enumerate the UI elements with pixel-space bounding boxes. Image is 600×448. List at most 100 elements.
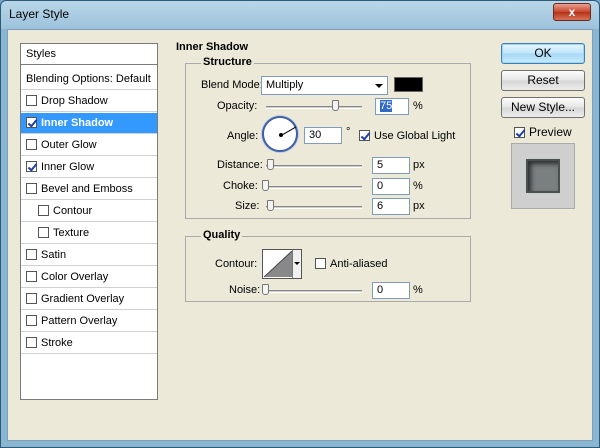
- sidebar-item[interactable]: Gradient Overlay: [21, 289, 157, 310]
- blend-mode-value: Multiply: [266, 79, 304, 91]
- sidebar-checkbox-icon[interactable]: [38, 227, 49, 238]
- blend-mode-select[interactable]: Multiply: [261, 76, 388, 95]
- angle-dial-hand: [281, 126, 297, 136]
- layer-style-dialog: Layer Style x Styles Blending Options: D…: [0, 0, 600, 448]
- noise-slider-thumb[interactable]: [262, 284, 269, 295]
- title-bar[interactable]: Layer Style x: [1, 1, 599, 29]
- sidebar-checkbox-icon[interactable]: [26, 183, 37, 194]
- sidebar-item-label: Satin: [41, 249, 67, 261]
- size-slider-thumb[interactable]: [267, 200, 274, 211]
- sidebar-checkbox-icon[interactable]: [26, 337, 37, 348]
- sidebar-item-label: Texture: [53, 227, 90, 239]
- noise-slider-track[interactable]: [266, 290, 362, 293]
- angle-input[interactable]: 30: [304, 127, 342, 144]
- distance-input[interactable]: 5: [372, 157, 410, 174]
- choke-slider-thumb[interactable]: [262, 180, 269, 191]
- distance-slider-track[interactable]: [266, 165, 362, 168]
- sidebar-item[interactable]: Outer Glow: [21, 135, 157, 156]
- sidebar-item[interactable]: Pattern Overlay: [21, 311, 157, 332]
- sidebar-checkbox-icon[interactable]: [26, 139, 37, 150]
- sidebar-item[interactable]: Satin: [21, 245, 157, 266]
- blend-mode-label: Blend Mode:: [201, 79, 263, 91]
- distance-slider-thumb[interactable]: [267, 159, 274, 170]
- inner-shadow-title: Inner Shadow: [176, 41, 249, 53]
- sidebar-item[interactable]: Contour: [21, 201, 157, 222]
- ok-button[interactable]: OK: [501, 43, 585, 64]
- use-global-light-check-icon: [359, 130, 370, 141]
- preview-check-icon: [514, 127, 525, 138]
- sidebar-item[interactable]: Drop Shadow: [21, 91, 157, 112]
- sidebar-checkbox-icon[interactable]: [26, 95, 37, 106]
- shadow-color-swatch[interactable]: [394, 77, 423, 92]
- sidebar-item[interactable]: Blending Options: Default: [21, 69, 157, 90]
- reset-button[interactable]: Reset: [501, 70, 585, 91]
- structure-title: Structure: [201, 56, 254, 68]
- choke-slider-track[interactable]: [266, 186, 362, 189]
- opacity-label: Opacity:: [217, 100, 258, 112]
- opacity-unit: %: [413, 100, 423, 112]
- sidebar-checkbox-icon[interactable]: [26, 315, 37, 326]
- sidebar-item-label: Inner Shadow: [41, 117, 114, 129]
- window-title: Layer Style: [9, 7, 70, 21]
- sidebar-checkbox-icon[interactable]: [38, 205, 49, 216]
- size-slider-track[interactable]: [266, 206, 362, 209]
- close-button[interactable]: x: [553, 3, 591, 21]
- use-global-light-checkbox[interactable]: Use Global Light: [359, 130, 455, 142]
- sidebar-item[interactable]: Inner Shadow: [21, 113, 157, 134]
- sidebar-checkbox-icon[interactable]: [26, 249, 37, 260]
- sidebar-item[interactable]: Stroke: [21, 333, 157, 354]
- sidebar-item[interactable]: Color Overlay: [21, 267, 157, 288]
- noise-input[interactable]: 0: [372, 282, 410, 299]
- angle-dial-center: [279, 133, 283, 137]
- sidebar-checkbox-icon[interactable]: [26, 293, 37, 304]
- opacity-input[interactable]: 75: [375, 98, 409, 115]
- sidebar-item-label: Inner Glow: [41, 161, 95, 173]
- quality-title: Quality: [201, 229, 243, 241]
- style-preview: [511, 143, 575, 209]
- size-input[interactable]: 6: [372, 198, 410, 215]
- opacity-slider-thumb[interactable]: [332, 100, 339, 111]
- close-icon: x: [568, 5, 576, 19]
- styles-list: Styles Blending Options: Default Drop Sha…: [20, 43, 158, 400]
- distance-label: Distance:: [217, 159, 263, 171]
- styles-header[interactable]: Styles: [21, 44, 157, 65]
- contour-label: Contour:: [215, 258, 258, 270]
- choke-input[interactable]: 0: [372, 178, 410, 195]
- size-unit: px: [413, 200, 425, 212]
- chevron-down-icon[interactable]: [292, 250, 301, 278]
- sidebar-item-label: Bevel and Emboss: [41, 183, 133, 195]
- new-style-button[interactable]: New Style...: [501, 97, 585, 118]
- distance-unit: px: [413, 159, 425, 171]
- chevron-down-icon: [375, 84, 383, 88]
- sidebar-item-label: Outer Glow: [41, 139, 97, 151]
- choke-unit: %: [413, 180, 423, 192]
- angle-unit: °: [346, 126, 351, 138]
- angle-label: Angle:: [227, 130, 259, 142]
- sidebar-item[interactable]: Texture: [21, 223, 157, 244]
- sidebar-item[interactable]: Inner Glow: [21, 157, 157, 178]
- sidebar-checkbox-icon[interactable]: [26, 161, 37, 172]
- opacity-slider-track[interactable]: [266, 106, 362, 109]
- preview-swatch: [526, 159, 560, 193]
- sidebar-item-label: Drop Shadow: [41, 95, 108, 107]
- anti-aliased-checkbox[interactable]: Anti-aliased: [315, 258, 387, 270]
- preview-checkbox[interactable]: Preview: [514, 125, 572, 139]
- sidebar-checkbox-icon[interactable]: [26, 271, 37, 282]
- dialog-body: Styles Blending Options: Default Drop Sha…: [7, 29, 593, 441]
- sidebar-item-label: Stroke: [41, 337, 73, 349]
- sidebar-item-label: Blending Options: Default: [26, 73, 151, 85]
- sidebar-checkbox-icon[interactable]: [26, 117, 37, 128]
- contour-curve-icon: [264, 251, 292, 277]
- sidebar-item-label: Contour: [53, 205, 93, 217]
- sidebar-item-label: Gradient Overlay: [41, 293, 125, 305]
- contour-picker[interactable]: [262, 249, 302, 279]
- noise-label: Noise:: [229, 284, 261, 296]
- sidebar-item-label: Pattern Overlay: [41, 315, 118, 327]
- angle-dial[interactable]: [262, 116, 298, 152]
- anti-aliased-check-icon: [315, 258, 326, 269]
- noise-unit: %: [413, 284, 423, 296]
- size-label: Size:: [235, 200, 260, 212]
- sidebar-item-label: Color Overlay: [41, 271, 109, 283]
- sidebar-item[interactable]: Bevel and Emboss: [21, 179, 157, 200]
- choke-label: Choke:: [223, 180, 258, 192]
